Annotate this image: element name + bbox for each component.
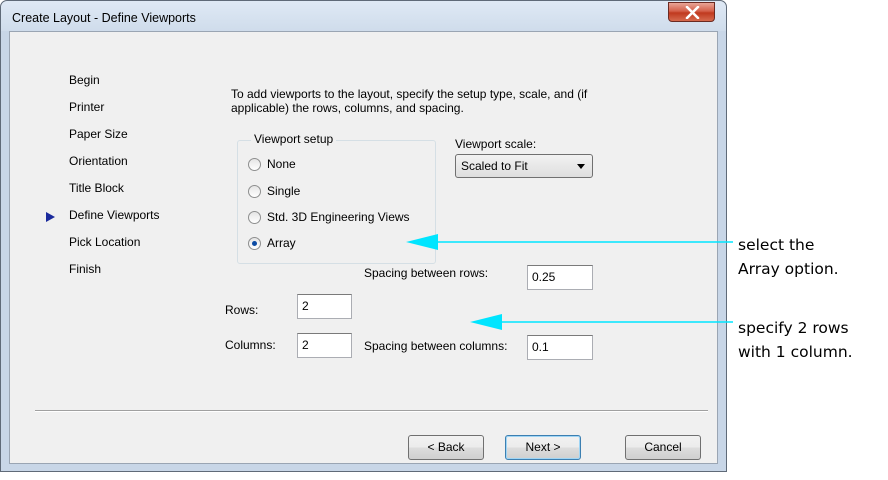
callout-rows-line1: specify 2 rows (738, 319, 849, 337)
callout-rows-columns: specify 2 rows with 1 column. (738, 316, 853, 364)
arrow-to-array-option (406, 234, 733, 250)
callout-rows-line2: with 1 column. (738, 343, 853, 361)
callout-array-option: select the Array option. (738, 233, 839, 281)
callout-array-line2: Array option. (738, 260, 839, 278)
callout-array-line1: select the (738, 236, 815, 254)
arrow-to-rows-columns (470, 314, 733, 330)
